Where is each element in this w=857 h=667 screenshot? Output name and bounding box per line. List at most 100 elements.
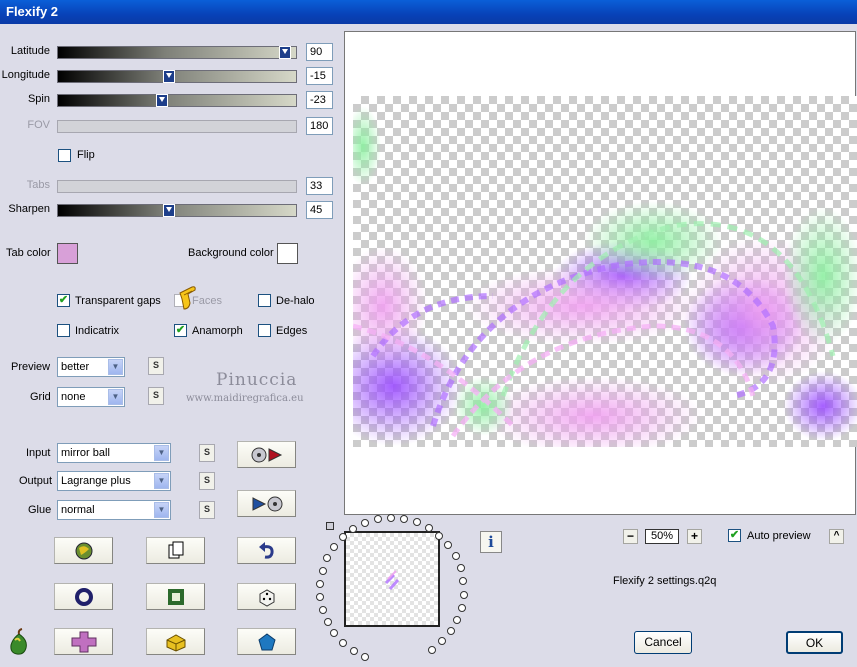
input-value: mirror ball [61,447,110,459]
fov-value-field[interactable]: 180 [306,117,333,135]
randomize-globe-button[interactable] [54,537,113,564]
navigator-ring-dot [428,645,437,654]
navigator-ring-dot [453,615,462,624]
navigator-ring-dot [349,646,358,655]
navigator-ring-dot [323,618,332,626]
navigator-thumbnail[interactable] [344,531,440,627]
de-halo-checkbox[interactable] [258,294,271,307]
spin-value-field[interactable]: -23 [306,91,333,109]
latitude-slider[interactable] [57,46,297,59]
copy-button[interactable] [146,537,205,564]
output-select-label: Output [19,475,53,487]
random-dice-button[interactable] [237,583,296,610]
navigator-ring-dot [373,515,382,524]
latitude-slider-thumb[interactable] [279,46,291,59]
anamorph-checkbox[interactable]: ✔ [174,324,187,337]
background-color-swatch[interactable] [277,243,298,264]
arrow-disc-icon [252,496,282,511]
flip-label: Flip [77,149,95,161]
pentagon-button[interactable] [237,628,296,655]
ring-icon [74,587,93,606]
indicatrix-label: Indicatrix [75,325,120,337]
sharpen-slider[interactable] [57,204,297,217]
navigator-ring-dot [444,541,453,550]
longitude-slider-thumb[interactable] [163,70,175,83]
input-select[interactable]: mirror ball ▼ [57,443,171,463]
preview-save-button[interactable]: S [148,357,164,375]
hand-cursor-icon [179,286,196,310]
chevron-down-icon: ▼ [154,445,169,461]
latitude-label: Latitude [10,45,50,57]
ok-button[interactable]: OK [786,631,843,654]
cross-button[interactable] [54,628,113,655]
tab-color-swatch[interactable] [57,243,78,264]
cancel-button[interactable]: Cancel [634,631,692,654]
load-input-button[interactable] [237,441,296,468]
edges-label: Edges [276,325,308,337]
grid-select[interactable]: none ▼ [57,387,125,407]
info-button[interactable]: i [480,531,502,553]
longitude-slider[interactable] [57,70,297,83]
grid-save-button[interactable]: S [148,387,164,405]
navigator-handle[interactable] [326,522,334,530]
navigator-ring-dot [400,515,408,523]
navigator-ring-dot [318,605,327,614]
navigator-ring-dot [456,564,465,573]
tabs-value-field[interactable]: 33 [306,177,333,195]
navigator-mini-image [384,570,400,590]
preview-quality-select[interactable]: better ▼ [57,357,125,377]
anamorph-label: Anamorph [192,325,243,337]
sharpen-label: Sharpen [8,203,50,215]
sharpen-slider-thumb[interactable] [163,204,175,217]
transparency-checkerboard [353,96,857,447]
undo-button[interactable] [237,537,296,564]
zoom-out-button[interactable]: − [623,529,638,544]
spin-slider-thumb[interactable] [156,94,168,107]
tabs-label: Tabs [26,179,50,191]
preview-canvas[interactable] [344,31,857,515]
flip-checkbox[interactable] [58,149,71,162]
input-save-button[interactable]: S [199,444,215,462]
preview-select-label: Preview [11,361,51,373]
frame-button[interactable] [146,583,205,610]
navigator-ring-dot [323,554,332,563]
cube-button[interactable] [146,628,205,655]
edges-checkbox[interactable] [258,324,271,337]
globe-icon [75,542,92,559]
grid-select-label: Grid [30,391,51,403]
tab-color-label: Tab color [6,247,51,259]
grid-value: none [61,391,86,403]
navigator-ring-dot [361,652,370,661]
info-icon: i [488,533,494,551]
square-frame-icon [167,588,184,605]
navigator-ring-dot [386,514,395,522]
glue-select[interactable]: normal ▼ [57,500,171,520]
collapse-button[interactable]: ^ [829,529,844,544]
navigator-ring-dot [459,590,468,599]
glue-save-button[interactable]: S [199,501,215,519]
longitude-value-field[interactable]: -15 [306,67,333,85]
longitude-label: Longitude [1,69,50,81]
load-output-button[interactable] [237,490,296,517]
spin-slider[interactable] [57,94,297,107]
chevron-down-icon: ▼ [108,359,123,375]
spin-label: Spin [27,93,50,105]
tabs-slider [57,180,297,193]
output-save-button[interactable]: S [199,472,215,490]
navigator-ring-dot [435,531,444,540]
output-value: Lagrange plus [61,475,131,487]
navigator-ring-dot [316,592,325,601]
indicatrix-checkbox[interactable] [57,324,70,337]
glue-select-label: Glue [28,504,52,516]
latitude-value-field[interactable]: 90 [306,43,333,61]
ring-button[interactable] [54,583,113,610]
zoom-in-button[interactable]: + [687,529,702,544]
navigator-ring-dot [361,519,370,528]
sharpen-value-field[interactable]: 45 [306,201,333,219]
background-color-label: Background color [188,247,274,259]
transparent-gaps-checkbox[interactable]: ✔ [57,294,70,307]
navigator-ring-dot [424,524,433,533]
auto-preview-checkbox[interactable]: ✔ [728,529,741,542]
output-select[interactable]: Lagrange plus ▼ [57,471,171,491]
de-halo-label: De-halo [276,295,315,307]
